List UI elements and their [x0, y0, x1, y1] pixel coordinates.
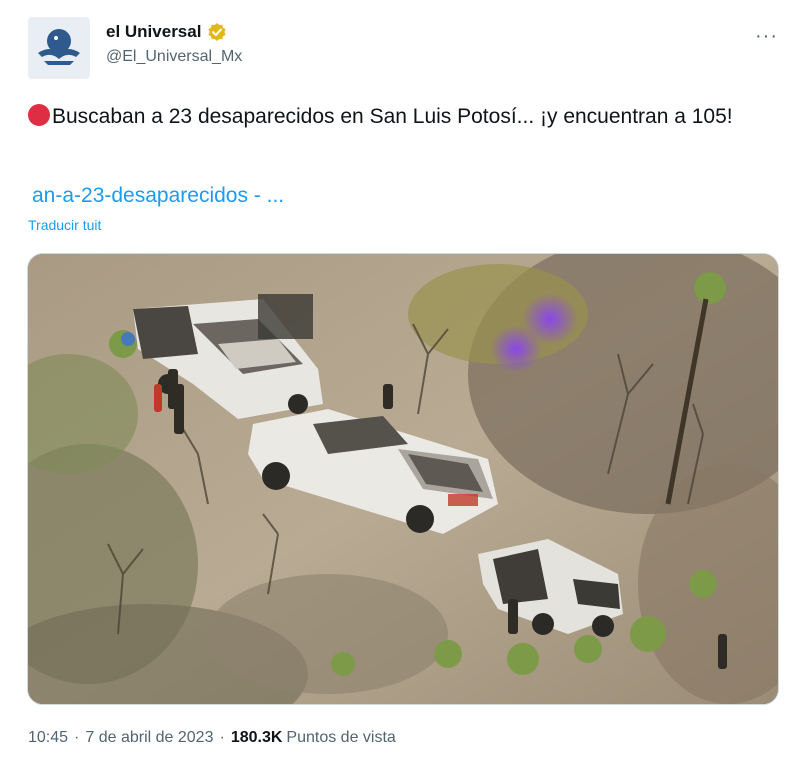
- tweet-text: Buscaban a 23 desaparecidos en San Luis …: [28, 102, 768, 131]
- verified-badge-icon: [208, 23, 227, 41]
- avatar[interactable]: [28, 17, 90, 79]
- tweet-time[interactable]: 10:45: [28, 729, 68, 747]
- eagle-logo-icon: [30, 19, 88, 77]
- name-row: el Universal: [106, 22, 242, 42]
- user-info: el Universal @El_Universal_Mx: [106, 22, 242, 66]
- meta-separator: ·: [74, 729, 80, 746]
- tweet-card: el Universal @El_Universal_Mx ··· Buscab…: [0, 0, 800, 773]
- views-count: 180.3K: [230, 729, 283, 746]
- display-name[interactable]: el Universal: [106, 22, 201, 42]
- tweet-link[interactable]: an-a-23-desaparecidos - ...: [32, 184, 284, 208]
- meta-separator-2: ·: [219, 729, 225, 746]
- tweet-body: Buscaban a 23 desaparecidos en San Luis …: [52, 105, 733, 128]
- tweet-meta: 10:45 · 7 de abril de 2023 · 180.3K Punt…: [28, 729, 396, 747]
- photo-trucks-aerial: [28, 254, 778, 704]
- translate-button[interactable]: Traducir tuit: [28, 217, 101, 233]
- tweet-date[interactable]: 7 de abril de 2023: [85, 729, 213, 747]
- views-label: Puntos de vista: [286, 729, 396, 746]
- handle[interactable]: @El_Universal_Mx: [106, 48, 242, 66]
- tweet-media-image[interactable]: [27, 253, 779, 705]
- red-circle-icon: [28, 104, 50, 126]
- more-options-icon[interactable]: ···: [755, 26, 778, 46]
